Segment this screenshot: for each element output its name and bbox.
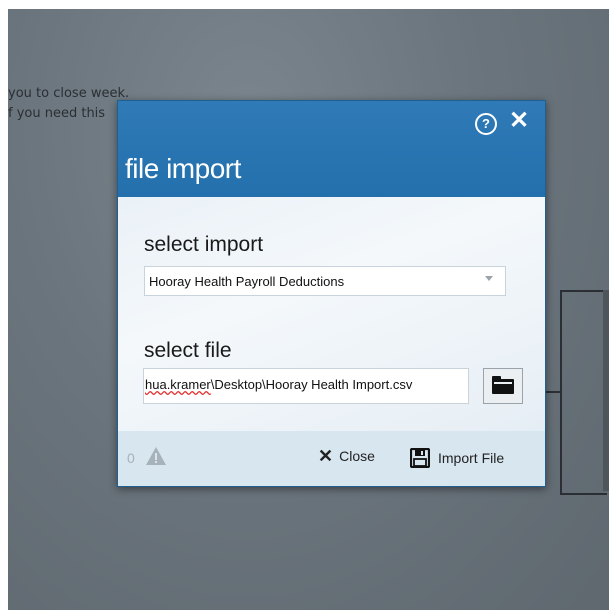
- warning-triangle-icon[interactable]: [145, 446, 167, 466]
- import-type-value: Hooray Health Payroll Deductions: [149, 274, 345, 289]
- background-text: you to close week. f you need this: [8, 84, 129, 124]
- warning-count: 0: [127, 450, 135, 466]
- floppy-disk-icon: [410, 448, 430, 468]
- close-icon[interactable]: ✕: [509, 107, 529, 135]
- import-type-select[interactable]: Hooray Health Payroll Deductions: [144, 266, 506, 296]
- background-connector-line: [545, 391, 562, 393]
- close-button-label: Close: [339, 448, 375, 464]
- background-text-line: you to close week.: [8, 86, 130, 101]
- select-import-label: select import: [144, 233, 264, 256]
- file-path-input[interactable]: hua.kramer\Desktop\Hooray Health Import.…: [143, 368, 469, 404]
- dialog-title: file import: [125, 153, 241, 184]
- background-connector: [560, 290, 607, 495]
- dialog-header: ? ✕ file import: [118, 101, 545, 197]
- folder-icon: [492, 376, 514, 394]
- file-path-user: hua.kramer: [145, 377, 211, 392]
- background-text-line: f you need this: [8, 106, 106, 121]
- file-import-dialog: ? ✕ file import select import Hooray Hea…: [117, 100, 546, 487]
- browse-file-button[interactable]: [483, 368, 523, 404]
- select-file-label: select file: [144, 339, 232, 362]
- import-file-button[interactable]: Import File: [410, 448, 504, 468]
- close-icon: ✕: [318, 446, 334, 466]
- close-button[interactable]: ✕ Close: [318, 446, 375, 466]
- dialog-footer: 0 ✕ Close Import File: [118, 431, 545, 486]
- chevron-down-icon: [485, 276, 493, 281]
- import-file-label: Import File: [438, 450, 505, 466]
- background-panel-edge: [603, 290, 609, 491]
- file-path-rest: \Desktop\Hooray Health Import.csv: [210, 377, 413, 392]
- help-icon[interactable]: ?: [475, 113, 497, 135]
